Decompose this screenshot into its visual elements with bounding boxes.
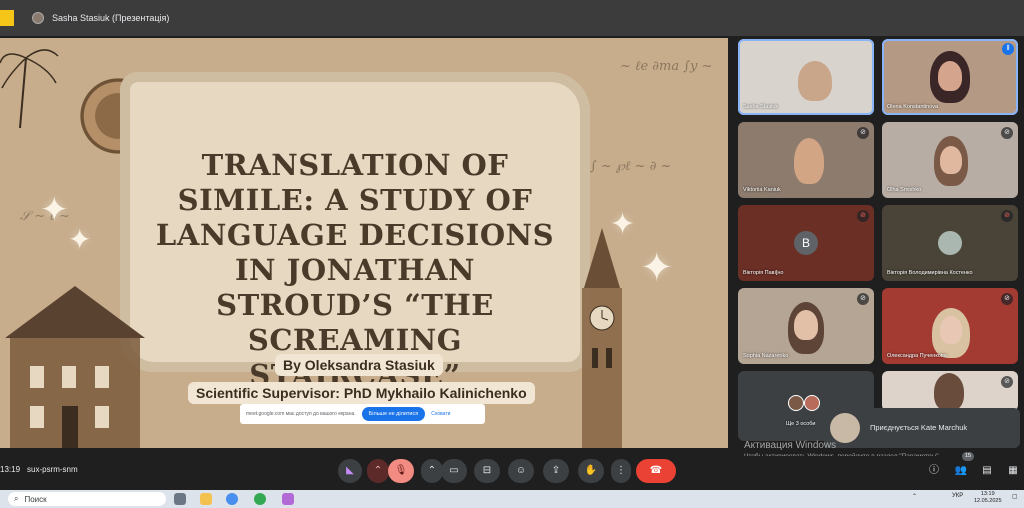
tray-chevron-icon[interactable]: ⌃ <box>912 493 917 500</box>
meeting-code: sux-psrm-snm <box>27 465 78 474</box>
participant-tile[interactable]: ⊘ Olha Smishko <box>882 122 1018 198</box>
sparkle-icon: ✦ <box>40 191 69 229</box>
activities-icon[interactable]: ▦ <box>1004 462 1022 480</box>
stop-sharing-button[interactable]: Більше не ділитися <box>361 407 426 421</box>
participant-avatar: B <box>794 231 818 255</box>
taskbar-search[interactable]: ⌕ Поиск <box>8 492 166 506</box>
mic-off-icon: ⊘ <box>1001 293 1013 305</box>
participant-video <box>798 61 832 101</box>
taskbar-clock[interactable]: 13:19 12.05.2025 <box>974 491 1002 505</box>
app-pinned-icon[interactable] <box>282 493 294 505</box>
camera-options-chevron-icon[interactable]: ⌃ <box>421 459 443 483</box>
search-placeholder: Поиск <box>24 494 47 504</box>
slide-author: By Oleksandra Stasiuk <box>275 354 443 376</box>
participant-face <box>940 146 962 174</box>
participant-tile[interactable]: ⊘ Viktoriia Kaniuk <box>738 122 874 198</box>
file-explorer-icon[interactable] <box>200 493 212 505</box>
participant-tile[interactable]: ⊘ Вікторія Володимирівна Костенко <box>882 205 1018 281</box>
captions-button[interactable]: ⊟ <box>474 459 500 483</box>
participant-avatar <box>938 231 962 255</box>
language-indicator[interactable]: УКР <box>952 493 963 499</box>
participant-face <box>940 316 962 344</box>
participant-name: Sasha Stasiuk <box>743 104 779 110</box>
shared-presentation: ~ ℓe ∂ma ∫y ~ ∫ ~ ℘ℓ ~ ∂ ~ 𝒮 ∼ ℓ ∼ ✦ ✦ ✦… <box>0 38 728 448</box>
participant-face <box>794 310 818 340</box>
participant-tile[interactable]: ⦀ Olena Konstantinova <box>882 39 1018 115</box>
participant-tile[interactable]: B ⊘ Вікторія Паві[но <box>738 205 874 281</box>
taskbar-time: 13:19 <box>980 491 995 497</box>
participant-name: Вікторія Паві[но <box>743 270 784 276</box>
participant-tile[interactable]: Sasha Stasiuk <box>738 39 874 115</box>
meeting-control-bar: 13:19 sux-psrm-snm ◣ ⌃ 🎙︎ ⌃ ▭ ⊟ ☺ ⇪ ✋ ⋮ … <box>0 456 1024 486</box>
participant-name: Olha Smishko <box>887 187 922 193</box>
window-title-bar: Sasha Stasiuk (Презентація) <box>0 0 1024 36</box>
palm-tree-illustration <box>0 49 59 128</box>
participant-tile[interactable]: ⊘ <box>882 371 1018 411</box>
clock-tower-illustration <box>582 228 622 448</box>
hide-notification-link[interactable]: Сховати <box>431 411 450 417</box>
task-view-icon[interactable] <box>174 493 186 505</box>
handwriting-decoration: ~ ℓe ∂ma ∫y ~ <box>620 59 713 74</box>
participant-face <box>938 61 962 91</box>
mic-off-icon: ⊘ <box>857 293 869 305</box>
search-icon: ⌕ <box>14 494 19 503</box>
screen-share-notification: meet.google.com має доступ до вашого екр… <box>240 404 485 424</box>
participant-name: Sophia Nazarenko <box>743 353 789 359</box>
mic-options-chevron-icon[interactable]: ⌃ <box>367 459 389 483</box>
participant-video <box>794 138 824 184</box>
mic-toggle-button[interactable]: 🎙︎ <box>388 459 414 483</box>
sparkle-icon: ✦ <box>640 246 674 290</box>
chrome-icon[interactable] <box>226 493 238 505</box>
raise-hand-button[interactable]: ✋ <box>578 459 604 483</box>
mic-off-icon: ⊘ <box>1001 210 1013 222</box>
participants-count-badge: 15 <box>962 452 974 461</box>
tab-title: Sasha Stasiuk (Презентація) <box>52 13 170 23</box>
meeting-info-icon[interactable]: ⓘ <box>925 462 943 480</box>
speaking-indicator-icon: ⦀ <box>1002 43 1014 55</box>
mic-off-icon: ⊘ <box>1001 127 1013 139</box>
join-notification-text: Приєднується Kate Marchuk <box>870 423 968 432</box>
present-screen-button[interactable]: ⇪ <box>543 459 569 483</box>
more-participants-label: Ще 3 особи <box>786 421 816 427</box>
taskbar-date: 12.05.2025 <box>974 498 1002 504</box>
mic-off-icon: ⊘ <box>857 127 869 139</box>
mic-off-icon: ⊘ <box>857 210 869 222</box>
app-icon[interactable] <box>0 10 14 26</box>
raise-hand-icon[interactable]: ◣ <box>338 459 362 483</box>
sparkle-icon: ✦ <box>68 224 92 255</box>
share-message: meet.google.com має доступ до вашого екр… <box>246 411 356 417</box>
participant-avatar <box>788 395 804 411</box>
participant-name: Вікторія Володимирівна Костенко <box>887 270 973 276</box>
more-options-button[interactable]: ⋮ <box>611 459 631 483</box>
participant-tile[interactable]: ⊘ Олександра Пученкова <box>882 288 1018 364</box>
tab-favicon-icon <box>32 12 44 24</box>
participant-name: Viktoriia Kaniuk <box>743 187 781 193</box>
camera-toggle-button[interactable]: ▭ <box>441 459 467 483</box>
chat-icon[interactable]: ▤ <box>978 462 996 480</box>
participant-name: Олександра Пученкова <box>887 353 947 359</box>
meeting-time: 13:19 <box>0 465 21 474</box>
handwriting-decoration: ∫ ~ ℘ℓ ~ ∂ ~ <box>590 159 672 174</box>
participant-avatar <box>804 395 820 411</box>
activation-title: Активация Windows <box>744 440 837 451</box>
participant-video <box>934 373 964 411</box>
people-icon[interactable]: 👥 <box>952 462 970 480</box>
victorian-house-illustration <box>5 286 145 448</box>
participant-name: Olena Konstantinova <box>887 104 939 110</box>
chrome-profile-icon[interactable] <box>254 493 266 505</box>
notifications-icon[interactable]: ▢ <box>1012 493 1018 500</box>
windows-taskbar: ⌕ Поиск ⌃ УКР 13:19 12.05.2025 ▢ <box>0 490 1024 508</box>
joining-participant-avatar <box>830 413 860 443</box>
browser-tab[interactable]: Sasha Stasiuk (Презентація) <box>32 12 169 24</box>
end-call-button[interactable]: ☎ <box>636 459 676 483</box>
slide-supervisor: Scientific Supervisor: PhD Mykhailo Kali… <box>188 382 535 404</box>
participant-tile[interactable]: ⊘ Sophia Nazarenko <box>738 288 874 364</box>
mic-off-icon: ⊘ <box>1001 376 1013 388</box>
emoji-button[interactable]: ☺ <box>508 459 534 483</box>
